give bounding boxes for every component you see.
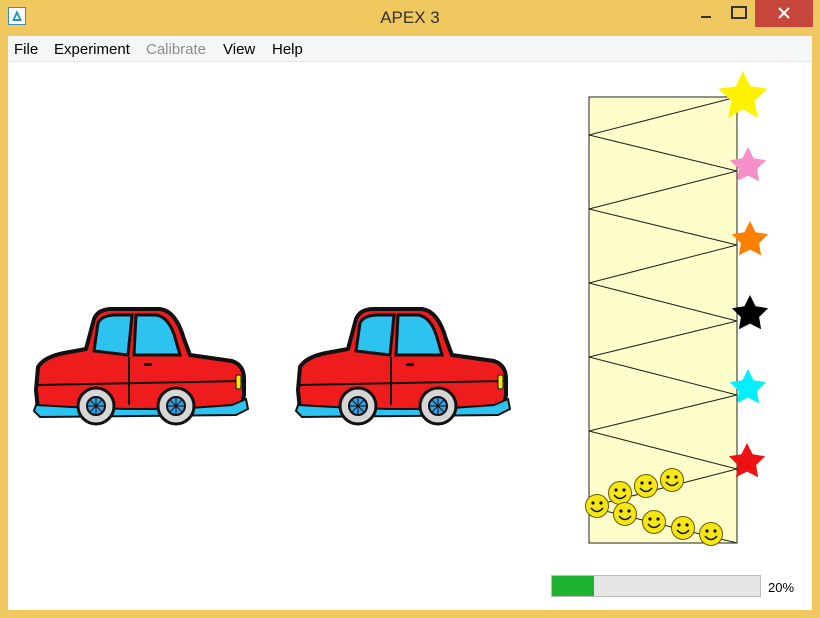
menu-file[interactable]: File — [14, 41, 38, 58]
progress-label: 20% — [768, 580, 795, 595]
smiley-icon — [698, 521, 724, 547]
smiley-icon — [670, 515, 696, 541]
experiment-canvas — [8, 62, 812, 610]
progress-bar — [551, 575, 761, 597]
minimize-button[interactable] — [688, 0, 724, 27]
menu-calibrate: Calibrate — [146, 41, 207, 58]
car-image-left[interactable] — [32, 307, 250, 426]
menu-experiment[interactable]: Experiment — [54, 41, 130, 58]
menu-help[interactable]: Help — [272, 41, 303, 58]
menu-bar: File Experiment Calibrate View Help — [8, 36, 812, 62]
smiley-icon — [641, 509, 667, 535]
smiley-icon — [584, 493, 610, 519]
maximize-button[interactable] — [724, 0, 754, 27]
car-image-right[interactable] — [294, 307, 512, 426]
smiley-icon — [612, 501, 638, 527]
close-button[interactable] — [755, 0, 813, 27]
smiley-icon — [633, 473, 659, 499]
title-bar: APEX 3 — [0, 0, 820, 36]
progress-fill — [552, 576, 594, 596]
smiley-icon — [607, 480, 633, 506]
smiley-icon — [659, 467, 685, 493]
menu-view[interactable]: View — [223, 41, 255, 58]
